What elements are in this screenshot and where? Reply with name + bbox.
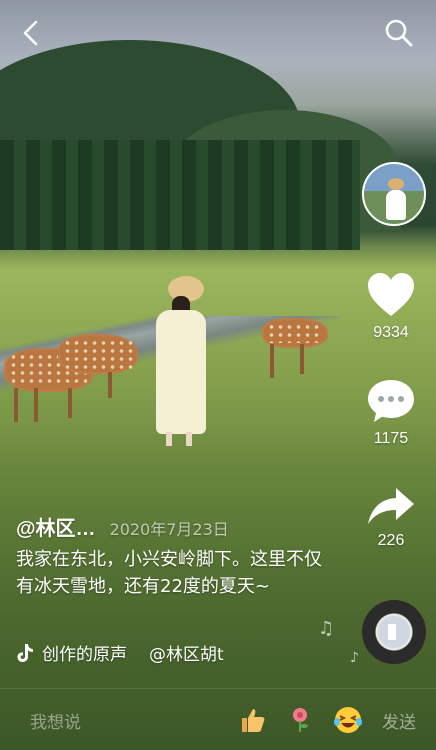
author-avatar[interactable] (362, 162, 426, 226)
search-button[interactable] (382, 16, 416, 50)
comment-count: 1175 (373, 430, 409, 447)
tiktok-note-icon (17, 643, 33, 662)
comment-bubble-icon (368, 380, 414, 422)
search-icon (385, 19, 413, 47)
music-disc[interactable] (362, 600, 426, 664)
post-date: 2020年7月23日 (109, 520, 229, 539)
heart-icon (368, 273, 414, 316)
deer-leg (300, 344, 304, 374)
post-caption: 我家在东北，小兴安岭脚下。这里不仅有冰天雪地，还有22度的夏天~ (16, 549, 322, 597)
comment-bar: 我想说 发送 (0, 688, 436, 750)
thumbs-up-emoji-icon[interactable] (237, 705, 267, 735)
deer-leg (68, 388, 72, 418)
deer (58, 334, 138, 374)
like-button[interactable]: 9334 (356, 272, 426, 342)
background-forest (0, 140, 360, 250)
disc-cover-icon (378, 616, 410, 648)
comment-input[interactable]: 我想说 (30, 708, 228, 733)
video-screen[interactable]: 9334 1175 226 ♫ ♪ @林区… 2020年7月23日 我家在东北，… (0, 0, 436, 750)
deer-leg (14, 388, 18, 422)
back-button[interactable] (14, 16, 48, 50)
music-label: 创作的原声 (42, 645, 127, 665)
share-count: 226 (377, 532, 405, 549)
share-arrow-icon (368, 488, 414, 524)
music-info[interactable]: 创作的原声 @林区胡t (16, 640, 338, 665)
comment-button[interactable]: 1175 (356, 378, 426, 448)
share-button[interactable]: 226 (356, 486, 426, 550)
chevron-left-icon (23, 20, 38, 46)
deer-leg (108, 372, 112, 398)
deer-leg (270, 344, 274, 378)
author-row: @林区… 2020年7月23日 (16, 512, 338, 541)
deer-leg (34, 388, 38, 422)
avatar-hat (388, 178, 404, 190)
girl-leg (186, 432, 192, 446)
girl-dress (156, 310, 206, 434)
music-note-icon: ♪ (350, 650, 359, 666)
author-name[interactable]: @林区… (16, 512, 96, 541)
avatar-person (386, 190, 406, 220)
music-note-icon: ♫ (318, 618, 335, 639)
music-author: @林区胡t (149, 645, 224, 665)
girl-leg (166, 432, 172, 446)
send-button[interactable]: 发送 (382, 708, 416, 733)
like-count: 9334 (373, 324, 409, 341)
rose-emoji-icon[interactable] (285, 705, 315, 735)
laughing-emoji-icon[interactable] (333, 705, 363, 735)
